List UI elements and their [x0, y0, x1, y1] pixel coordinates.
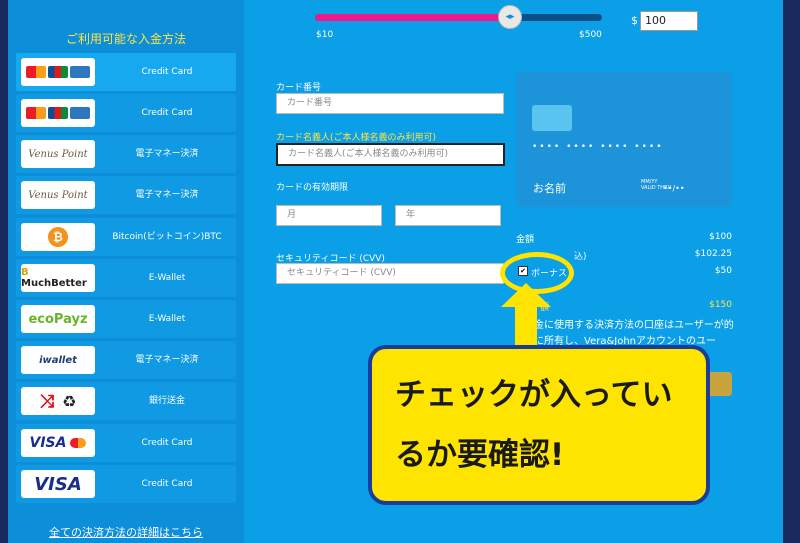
card-holder-label: カード名義人(ご本人様名義のみ利用可) [276, 133, 437, 143]
deposit-amount-input[interactable]: 100 [640, 11, 698, 31]
bonus-value: $50 [714, 266, 732, 276]
card-number-input[interactable]: カード番号 [276, 93, 504, 114]
payment-method-label: E-Wallet [148, 314, 186, 324]
amount-slider-thumb[interactable]: ◂▸ [498, 5, 522, 29]
amount-value: $100 [709, 232, 732, 242]
payment-method-venus-point-1[interactable]: Venus Point 電子マネー決済 [16, 135, 236, 173]
payment-method-bank-transfer[interactable]: ⤨ ♻ 銀行送金 [16, 382, 236, 420]
payment-method-visa[interactable]: VISA Credit Card [16, 465, 236, 503]
cvv-input[interactable]: セキュリティコード (CVV) [276, 263, 504, 284]
payment-method-bitcoin[interactable]: ₿ Bitcoin(ビットコイン)BTC [16, 218, 236, 256]
payment-method-visa-mc[interactable]: VISA Credit Card [16, 424, 236, 462]
fee-value: $102.25 [694, 249, 732, 259]
bank-transfer-icon: ⤨ ♻ [21, 387, 95, 415]
amount-label: 金額 [516, 235, 535, 245]
callout-line-2: るか要確認! [395, 437, 565, 473]
expiry-year-input[interactable]: 年 [395, 205, 501, 226]
callout-line-1: チェックが入ってい [395, 377, 673, 413]
sidebar-title: ご利用可能な入金方法 [65, 32, 186, 46]
payment-method-iwallet[interactable]: iwallet 電子マネー決済 [16, 341, 236, 379]
card-holder-name: お名前 [533, 182, 566, 195]
card-number-label: カード番号 [276, 83, 322, 93]
bitcoin-icon: ₿ [21, 223, 95, 251]
payment-method-label: Credit Card [141, 67, 193, 77]
payment-method-muchbetter[interactable]: B MuchBetter E-Wallet [16, 259, 236, 297]
muchbetter-logo: B MuchBetter [21, 264, 95, 292]
callout-text: チェックが入ってい るか要確認! [395, 365, 695, 485]
payment-method-label: 電子マネー決済 [135, 149, 199, 159]
ecopayz-logo: ecoPayz [21, 305, 95, 333]
slider-arrows-icon: ◂▸ [505, 12, 515, 22]
payment-method-credit-card-1[interactable]: Credit Card [16, 53, 236, 91]
payment-method-label: Credit Card [141, 438, 193, 448]
total-value: $150 [709, 300, 732, 310]
payment-method-venus-point-2[interactable]: Venus Point 電子マネー決済 [16, 176, 236, 214]
currency-symbol: $ [631, 14, 638, 27]
slider-max-label: $500 [579, 30, 602, 40]
card-expiry-mask: ••/•• [663, 184, 685, 193]
venus-point-logo: Venus Point [21, 181, 95, 209]
visa-mastercard-logo: VISA [21, 429, 95, 457]
slider-min-label: $10 [316, 30, 334, 40]
card-holder-input[interactable]: カード名義人(ご本人様名義のみ利用可) [276, 143, 505, 166]
left-window-edge [0, 0, 8, 543]
venus-point-logo: Venus Point [21, 140, 95, 168]
payment-method-label: 銀行送金 [148, 396, 185, 406]
expiry-month-input[interactable]: 月 [276, 205, 382, 226]
visa-logo: VISA [21, 470, 95, 498]
payment-method-label: Bitcoin(ビットコイン)BTC [112, 232, 222, 242]
card-expiry-label: カードの有効期限 [276, 183, 349, 193]
payment-method-label: Credit Card [141, 108, 193, 118]
credit-card-logos-icon [21, 58, 95, 86]
card-chip-icon [532, 105, 572, 131]
credit-card-logos-icon [21, 99, 95, 127]
right-window-edge [783, 0, 800, 543]
all-methods-details-link[interactable]: 全ての決済方法の詳細はこちら [8, 524, 244, 540]
fee-label: 込) [574, 252, 587, 262]
payment-method-label: Credit Card [141, 479, 193, 489]
iwallet-logo: iwallet [21, 346, 95, 374]
payment-method-credit-card-2[interactable]: Credit Card [16, 94, 236, 132]
payment-method-label: 電子マネー決済 [135, 355, 199, 365]
payment-method-label: E-Wallet [148, 273, 186, 283]
amount-slider-fill [315, 14, 509, 21]
payment-method-label: 電子マネー決済 [135, 190, 199, 200]
card-number-mask: •••• •••• •••• •••• [532, 142, 664, 152]
payment-method-ecopayz[interactable]: ecoPayz E-Wallet [16, 300, 236, 338]
